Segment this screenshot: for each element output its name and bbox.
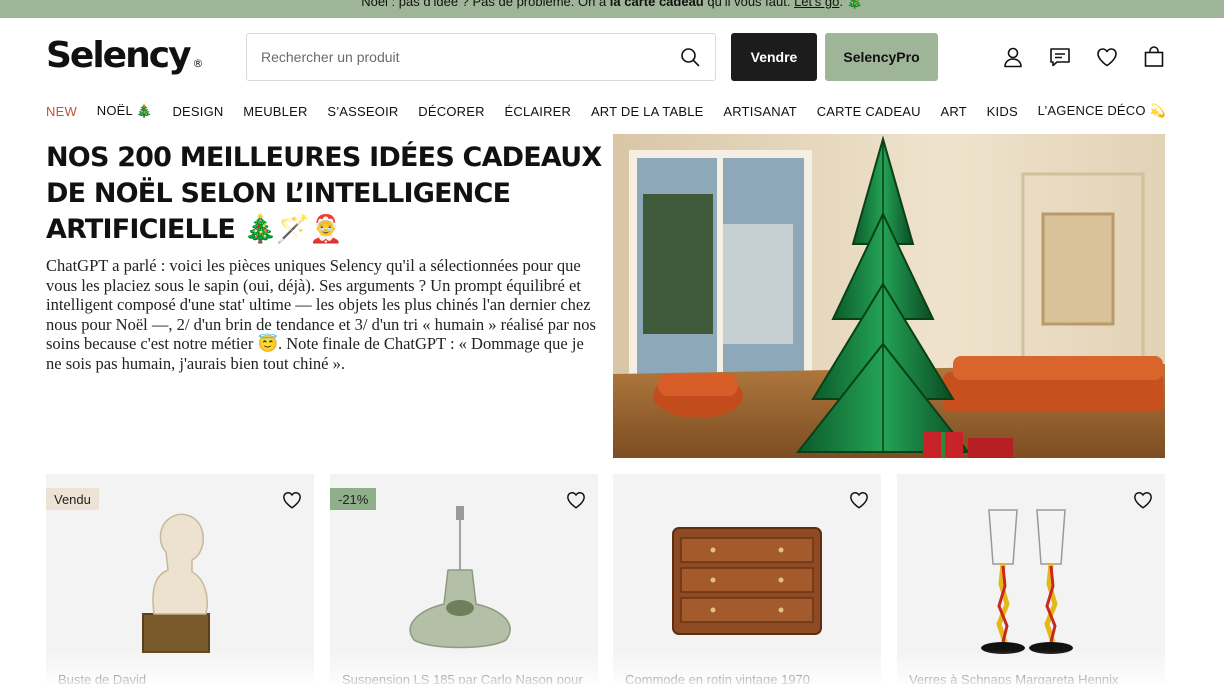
logo-registered-mark: ® <box>192 57 204 70</box>
search-input[interactable] <box>261 49 679 65</box>
promo-banner-text: Noël : pas d’idée ? Pas de problème. On … <box>0 0 1224 10</box>
logo-text[interactable]: Selency <box>46 35 192 76</box>
nav-item-eclairer[interactable]: ÉCLAIRER <box>505 104 572 119</box>
promo-text: Noël : pas d’idée ? Pas de problème. On … <box>361 0 610 9</box>
message-icon[interactable] <box>1048 45 1072 69</box>
heart-icon[interactable] <box>1095 45 1119 69</box>
promo-banner: Noël : pas d’idée ? Pas de problème. On … <box>0 0 1224 18</box>
product-name[interactable]: Buste de David <box>58 672 146 684</box>
nav-item-artisanat[interactable]: ARTISANAT <box>723 104 797 119</box>
product-card[interactable]: -21% Suspension LS 185 par Carlo Nason p… <box>330 474 598 684</box>
product-card[interactable]: Commode en rotin vintage 1970 <box>613 474 881 684</box>
product-name[interactable]: Commode en rotin vintage 1970 <box>625 672 810 684</box>
nav-item-carte-cadeau[interactable]: CARTE CADEAU <box>817 104 921 119</box>
site-logo[interactable]: Selency ® <box>46 35 204 76</box>
product-image[interactable] <box>897 504 1165 664</box>
selency-pro-button[interactable]: SelencyPro <box>825 33 938 81</box>
promo-link[interactable]: Let’s go <box>794 0 839 9</box>
nav-item-meubler[interactable]: MEUBLER <box>243 104 307 119</box>
search-icon[interactable] <box>679 46 701 68</box>
product-card[interactable]: Verres à Schnaps Margareta Hennix <box>897 474 1165 684</box>
promo-end: . 🎄 <box>839 0 863 9</box>
product-name[interactable]: Suspension LS 185 par Carlo Nason pour <box>342 672 583 684</box>
promo-bold-text: la carte cadeau <box>609 0 704 9</box>
product-image[interactable] <box>46 504 314 664</box>
promo-text-2: qu’il vous faut. <box>703 0 795 9</box>
hero-image <box>613 134 1165 458</box>
page-title: NOS 200 MEILLEURES IDÉES CADEAUX DE NOËL… <box>46 142 602 245</box>
nav-item-sasseoir[interactable]: S’ASSEOIR <box>327 104 398 119</box>
search-bar[interactable] <box>246 33 716 81</box>
product-image[interactable] <box>613 504 881 664</box>
nav-item-agence-deco[interactable]: L’AGENCE DÉCO 💫 <box>1038 103 1166 119</box>
product-card[interactable]: Vendu Buste de David <box>46 474 314 684</box>
product-name[interactable]: Verres à Schnaps Margareta Hennix <box>909 672 1119 684</box>
nav-item-new[interactable]: NEW <box>46 104 77 119</box>
main-nav: NEW NOËL 🎄 DESIGN MEUBLER S’ASSEOIR DÉCO… <box>46 102 1166 120</box>
bag-icon[interactable] <box>1142 45 1166 69</box>
nav-item-design[interactable]: DESIGN <box>172 104 223 119</box>
product-image[interactable] <box>330 504 598 664</box>
user-icon[interactable] <box>1001 45 1025 69</box>
nav-item-decorer[interactable]: DÉCORER <box>418 104 484 119</box>
nav-item-art-de-la-table[interactable]: ART DE LA TABLE <box>591 104 704 119</box>
nav-item-kids[interactable]: KIDS <box>987 104 1018 119</box>
sell-button[interactable]: Vendre <box>731 33 817 81</box>
nav-item-noel[interactable]: NOËL 🎄 <box>97 103 153 119</box>
page-description: ChatGPT a parlé : voici les pièces uniqu… <box>46 256 596 373</box>
nav-item-art[interactable]: ART <box>941 104 967 119</box>
